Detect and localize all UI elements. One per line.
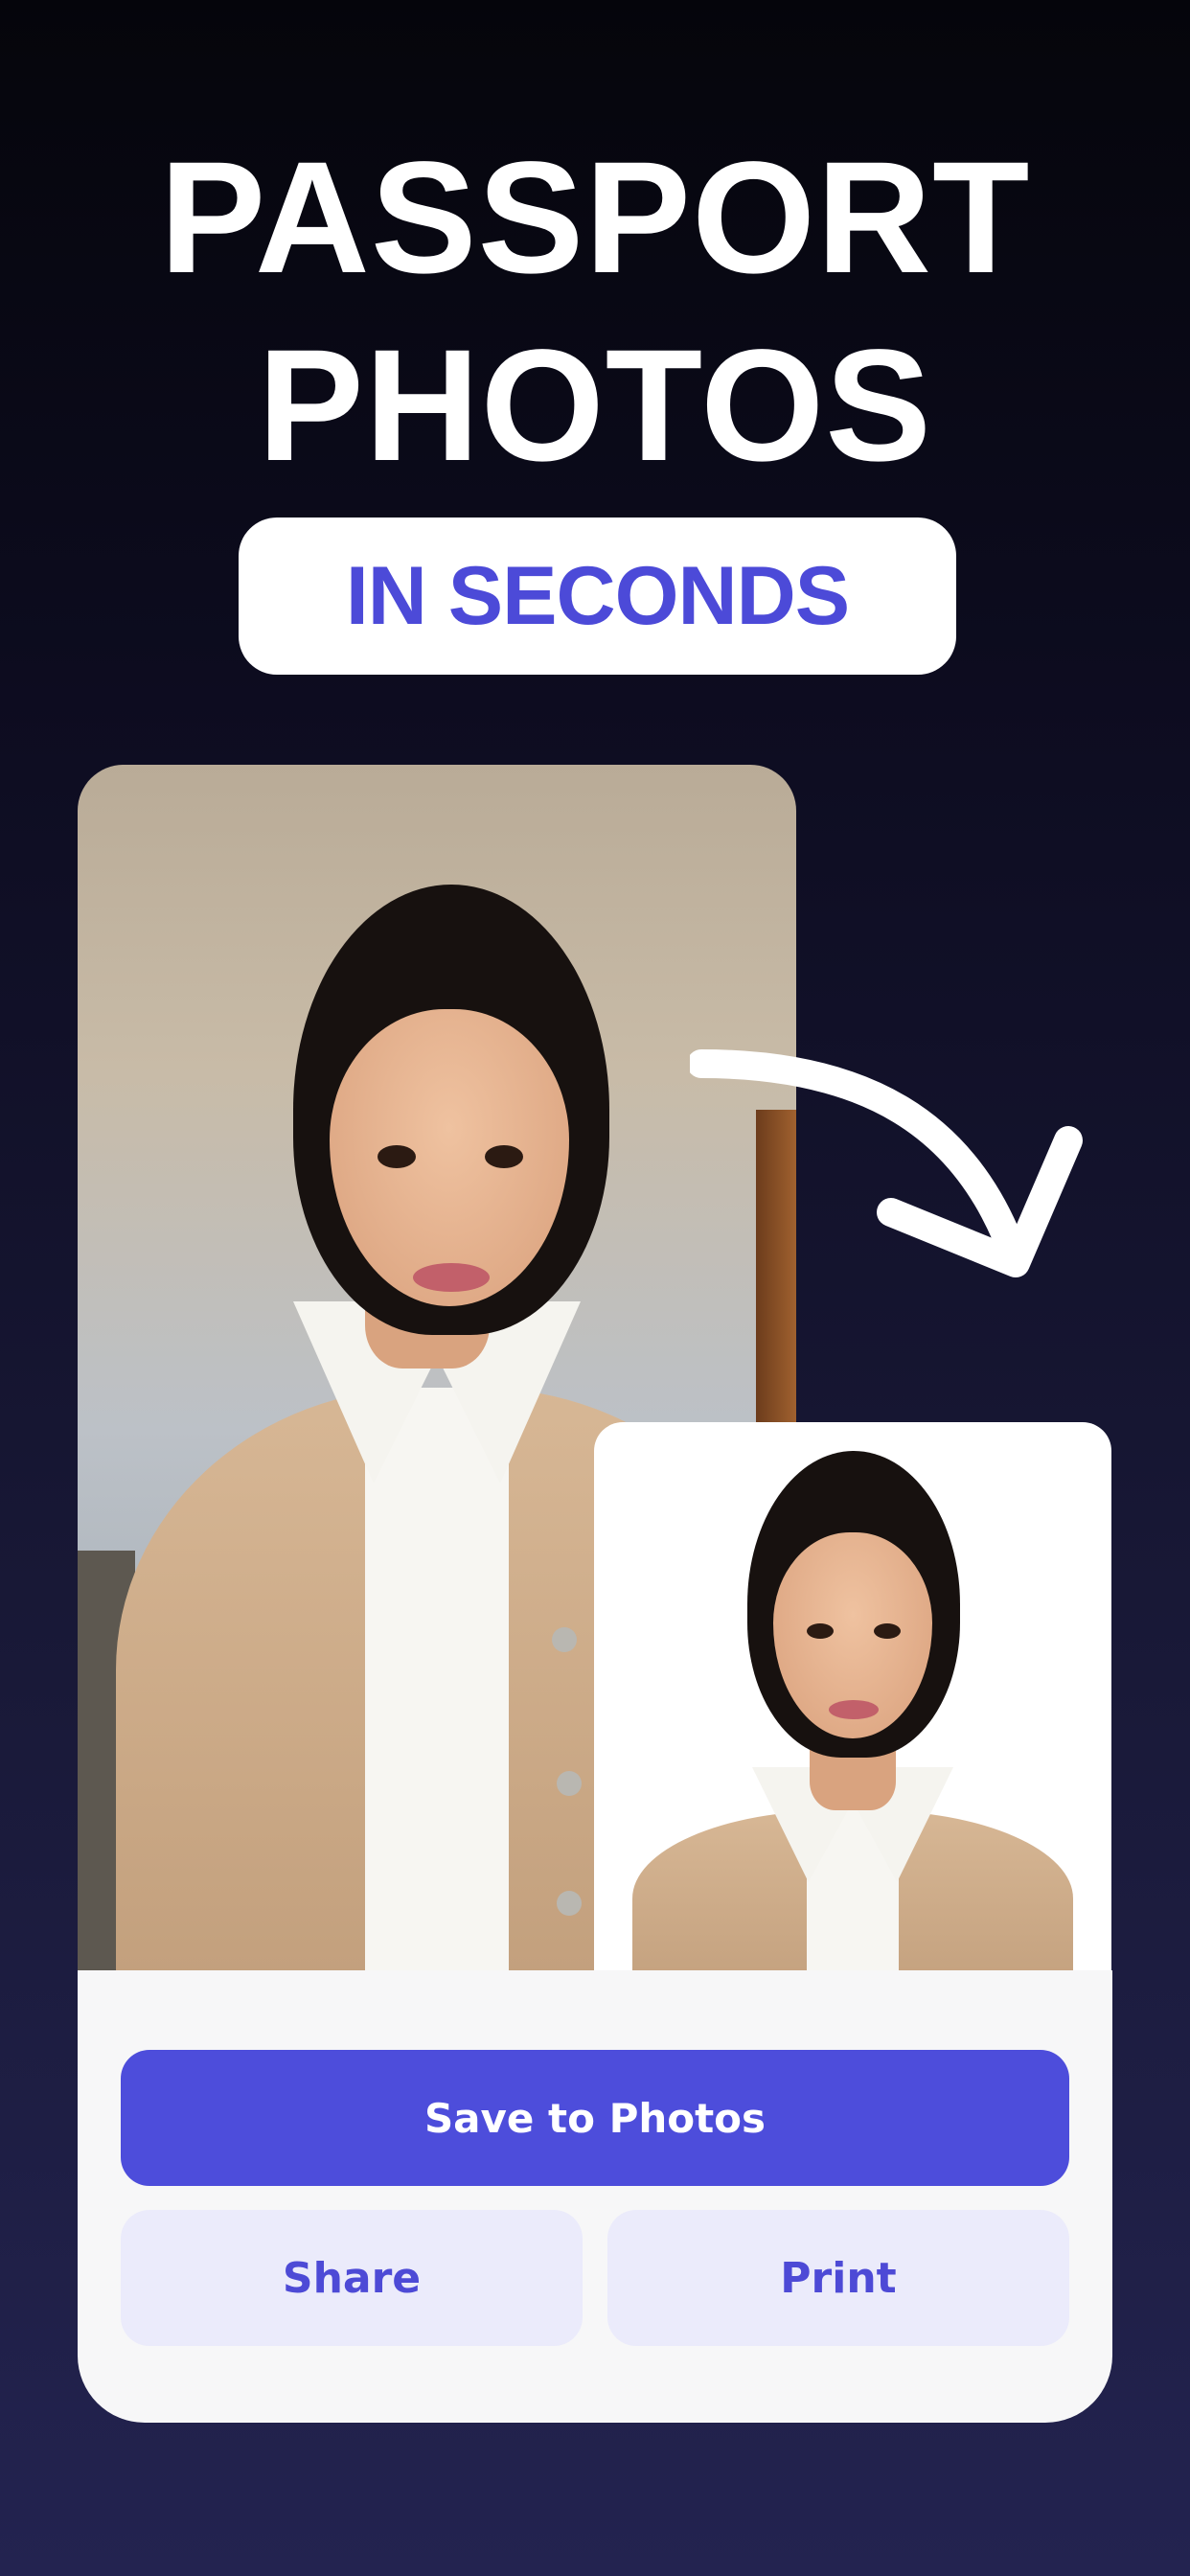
left-eye — [378, 1145, 416, 1168]
headline-line-2: PHOTOS — [258, 317, 932, 494]
save-to-photos-button[interactable]: Save to Photos — [121, 2050, 1069, 2186]
print-button[interactable]: Print — [607, 2210, 1069, 2346]
action-panel: Save to Photos Share Print — [78, 1970, 1112, 2423]
headline: PASSPORT PHOTOS — [0, 125, 1190, 500]
jacket-button — [552, 1627, 577, 1652]
lips — [829, 1700, 879, 1719]
jacket-button — [557, 1771, 582, 1796]
curved-arrow-icon — [690, 1049, 1083, 1277]
right-eye — [874, 1623, 901, 1639]
passport-photo-result — [594, 1422, 1111, 1972]
left-eye — [807, 1623, 834, 1639]
share-button[interactable]: Share — [121, 2210, 583, 2346]
jacket-button — [557, 1891, 582, 1916]
shirt — [365, 1388, 509, 1972]
badge-text: IN SECONDS — [345, 549, 850, 642]
headline-line-1: PASSPORT — [159, 129, 1031, 307]
lips — [413, 1263, 490, 1292]
person-figure — [594, 1422, 1111, 1972]
right-eye — [485, 1145, 523, 1168]
badge-pill: IN SECONDS — [239, 518, 956, 675]
